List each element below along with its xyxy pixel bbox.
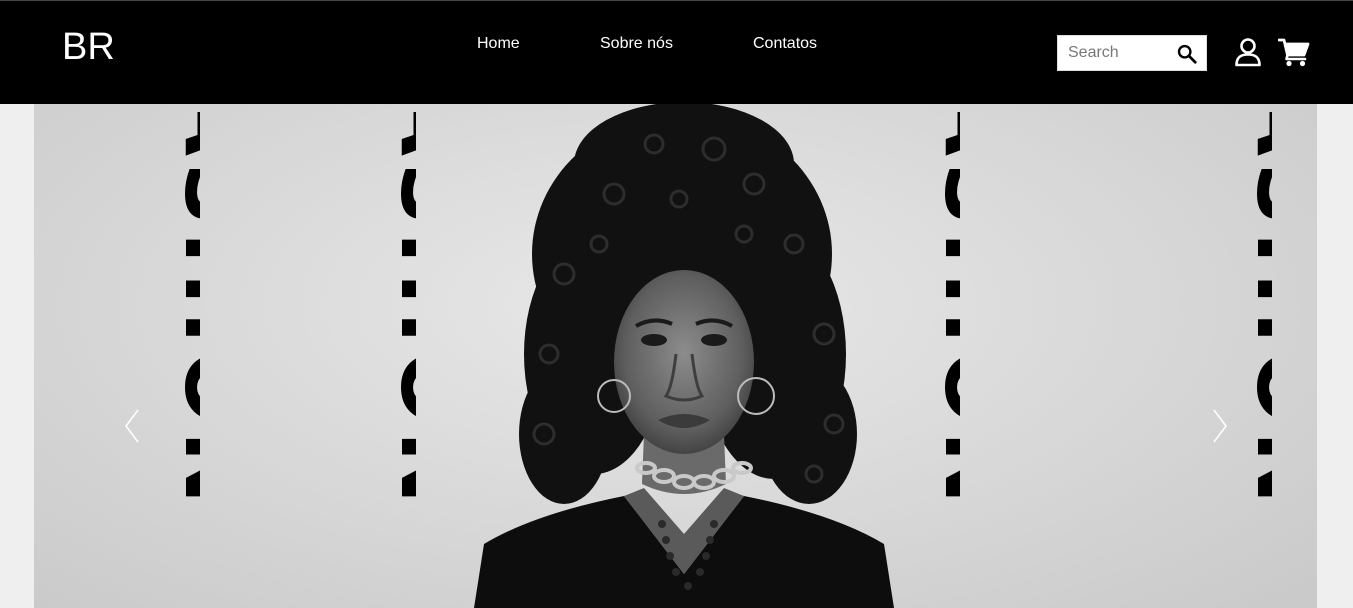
hero-carousel: FASHION FASHION FASHION FASHION [34, 104, 1317, 608]
user-icon[interactable] [1234, 37, 1262, 67]
chevron-left-icon[interactable] [122, 404, 142, 448]
fashion-text: FASHION [1237, 112, 1272, 510]
chevron-right-icon[interactable] [1210, 404, 1230, 448]
nav-link-home[interactable]: Home [477, 35, 520, 53]
fashion-text: FASHION [165, 112, 200, 510]
nav-link-sobre-nos[interactable]: Sobre nós [600, 35, 673, 53]
search-icon[interactable] [1176, 43, 1198, 65]
fashion-text-column: FASHION [336, 112, 416, 608]
search-box [1057, 35, 1207, 71]
nav-link-contatos[interactable]: Contatos [753, 35, 817, 53]
fashion-text-column: FASHION [1192, 112, 1272, 608]
search-input[interactable] [1058, 36, 1180, 70]
model-portrait-image [474, 104, 894, 608]
cart-icon[interactable] [1278, 37, 1310, 67]
top-navbar: BR Home Sobre nós Contatos [0, 0, 1353, 104]
fashion-text-column: FASHION [120, 112, 200, 608]
fashion-text: FASHION [381, 112, 416, 510]
